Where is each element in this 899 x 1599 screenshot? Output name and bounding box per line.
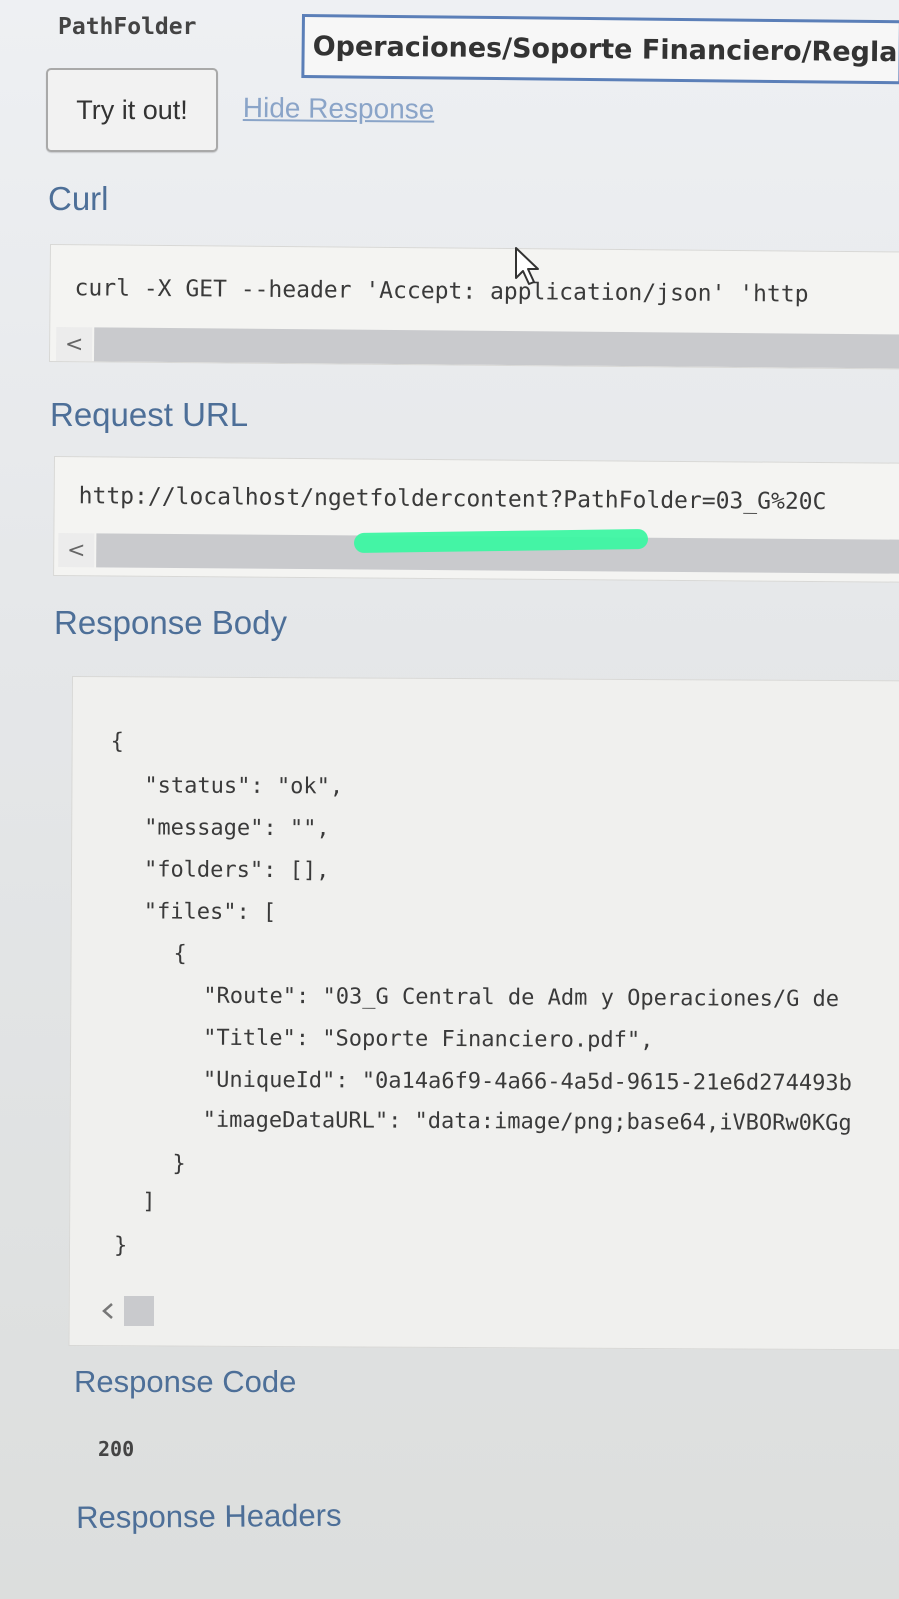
try-it-out-button[interactable]: Try it out!	[46, 68, 218, 152]
hide-response-link[interactable]: Hide Response	[243, 92, 435, 126]
curl-command: curl -X GET --header 'Accept: applicatio…	[74, 275, 809, 308]
pathfolder-input[interactable]: Operaciones/Soporte Financiero/Reglam	[301, 14, 899, 85]
request-url-box: http://localhost/ngetfoldercontent?PathF…	[53, 456, 899, 583]
response-code-heading: Response Code	[74, 1364, 297, 1399]
response-body-scrollbar[interactable]	[92, 1296, 160, 1326]
chevron-left-icon[interactable]: <	[55, 327, 93, 362]
json-line: "status": "ok",	[144, 773, 344, 800]
json-line: }	[113, 1233, 128, 1259]
chevron-left-icon	[102, 1303, 113, 1319]
json-line: "imageDataURL": "data:image/png;base64,i…	[202, 1107, 852, 1137]
json-line: {	[110, 729, 124, 755]
response-code-value: 200	[98, 1437, 135, 1461]
json-line: "message": "",	[144, 815, 330, 842]
response-body-box: { "status": "ok", "message": "", "folder…	[68, 676, 899, 1351]
swagger-operation-panel: PathFolder Operaciones/Soporte Financier…	[0, 0, 899, 1599]
json-line: {	[173, 941, 187, 967]
json-line: "folders": [],	[143, 857, 330, 884]
curl-code-box: curl -X GET --header 'Accept: applicatio…	[48, 244, 899, 370]
parameter-label: PathFolder	[58, 14, 197, 40]
json-line: "files": [	[143, 899, 277, 926]
json-line: "UniqueId": "0a14a6f9-4a66-4a5d-9615-21e…	[202, 1067, 852, 1097]
json-line: "Route": "03_G Central de Adm y Operacio…	[203, 983, 840, 1013]
response-body-heading: Response Body	[54, 604, 287, 641]
json-line: "Title": "Soporte Financiero.pdf",	[203, 1025, 654, 1054]
mouse-pointer-icon	[515, 247, 539, 285]
chevron-left-icon[interactable]: <	[58, 533, 95, 568]
request-url-heading: Request URL	[50, 396, 249, 433]
curl-heading: Curl	[48, 180, 109, 217]
request-url-value: http://localhost/ngetfoldercontent?PathF…	[78, 483, 827, 516]
json-line: }	[172, 1151, 186, 1177]
json-line: ]	[142, 1189, 156, 1215]
highlighter-mark	[353, 528, 649, 554]
curl-scrollbar[interactable]	[93, 327, 899, 369]
response-headers-heading: Response Headers	[76, 1497, 342, 1535]
